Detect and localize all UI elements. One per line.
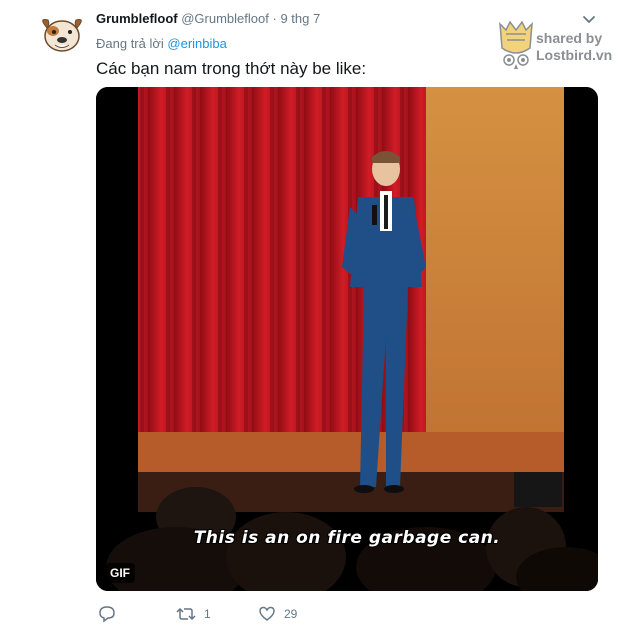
- retweet-icon: [176, 607, 196, 621]
- like-count: 29: [284, 607, 298, 621]
- reply-prefix: Đang trả lời: [96, 36, 164, 51]
- tweet-header: Grumblefloof @Grumblefloof · 9 thg 7: [96, 11, 320, 27]
- retweet-button[interactable]: 1: [176, 605, 211, 623]
- stage-scene-image: [96, 87, 598, 591]
- gif-badge: GIF: [105, 563, 135, 583]
- reply-mention-link[interactable]: @erinbiba: [167, 36, 226, 51]
- watermark-line2: Lostbird.vn: [536, 47, 613, 63]
- retweet-count: 1: [204, 607, 211, 621]
- user-handle[interactable]: @Grumblefloof: [181, 11, 269, 26]
- lostbird-watermark: shared by Lostbird.vn: [496, 18, 628, 76]
- gif-subtitle: This is an on fire garbage can.: [193, 528, 501, 548]
- replying-to: Đang trả lời @erinbiba: [96, 36, 227, 51]
- like-button[interactable]: 29: [258, 605, 297, 623]
- bulldog-avatar-icon: [42, 19, 82, 52]
- tweet-text: Các bạn nam trong thớt này be like:: [96, 59, 367, 78]
- watermark-line1: shared by: [536, 30, 603, 46]
- tweet-date[interactable]: 9 thg 7: [280, 11, 320, 26]
- separator-dot: ·: [272, 11, 277, 26]
- reply-icon: [99, 606, 115, 623]
- reply-button[interactable]: [98, 605, 116, 623]
- owl-logo-icon: [499, 20, 533, 69]
- display-name[interactable]: Grumblefloof: [96, 11, 178, 26]
- heart-icon: [259, 606, 275, 621]
- user-avatar[interactable]: [38, 14, 86, 54]
- gif-media[interactable]: This is an on fire garbage can. GIF: [96, 87, 598, 591]
